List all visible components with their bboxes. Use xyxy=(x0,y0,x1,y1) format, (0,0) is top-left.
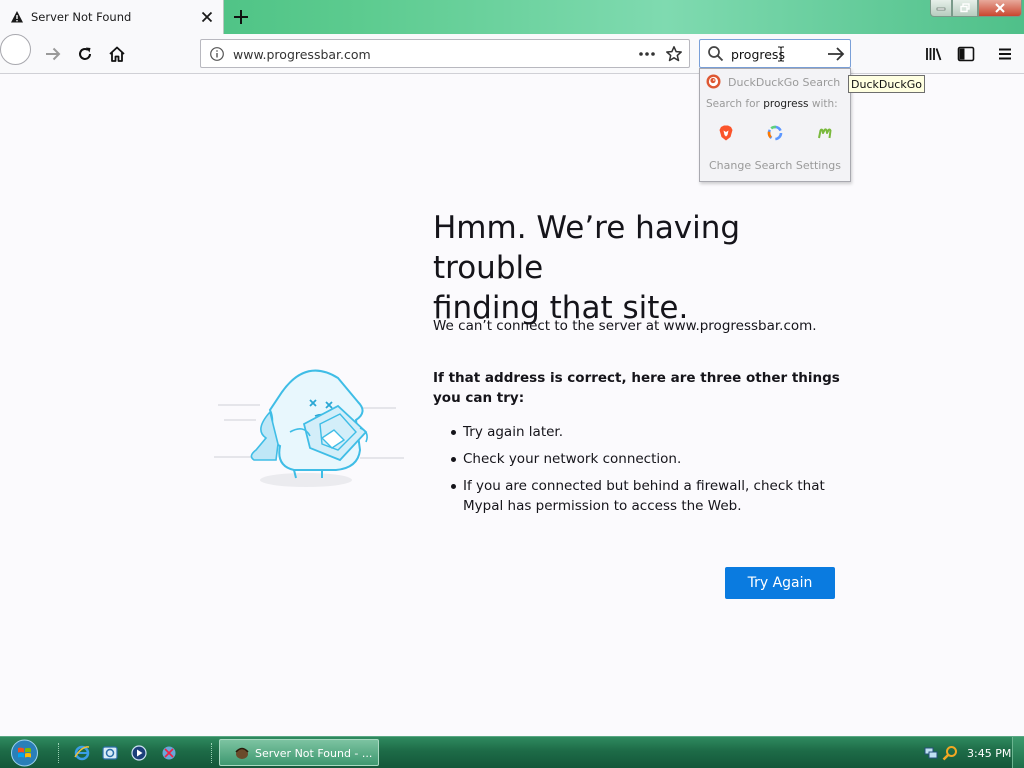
close-window-button[interactable] xyxy=(978,0,1022,17)
close-window-icon xyxy=(995,3,1005,13)
search-go-arrow-icon[interactable] xyxy=(826,45,846,63)
network-tray-icon[interactable] xyxy=(924,746,938,760)
url-text[interactable]: www.progressbar.com xyxy=(233,47,371,62)
hamburger-menu-icon xyxy=(999,48,1011,60)
engine-row-duckduckgo[interactable]: DuckDuckGo Search xyxy=(700,70,850,92)
restore-button[interactable] xyxy=(952,0,978,17)
error-title: Hmm. We’re having trouble finding that s… xyxy=(433,210,741,326)
forward-arrow-icon xyxy=(46,47,61,61)
minimize-icon xyxy=(936,7,946,11)
search-tray-icon[interactable] xyxy=(942,745,958,761)
minimize-button[interactable] xyxy=(930,0,952,17)
back-button[interactable] xyxy=(0,34,519,65)
sidebar-icon xyxy=(957,46,975,62)
internet-explorer-icon[interactable] xyxy=(73,744,91,762)
taskbar-item-browser[interactable]: Server Not Found - ... xyxy=(219,739,379,766)
taskbar-item-label: Server Not Found - ... xyxy=(255,747,373,760)
home-icon xyxy=(109,46,125,62)
engine-name: DuckDuckGo Search xyxy=(728,76,841,89)
library-button[interactable] xyxy=(919,39,949,69)
address-bar[interactable]: www.progressbar.com xyxy=(200,39,690,68)
suggestions-list: Try again later. Check your network conn… xyxy=(433,422,833,523)
menu-button[interactable] xyxy=(990,39,1020,69)
search-icon[interactable] xyxy=(707,45,724,62)
brave-search-icon[interactable] xyxy=(717,124,735,142)
tab-server-not-found[interactable]: Server Not Found xyxy=(0,0,224,34)
taskbar-grip[interactable] xyxy=(211,743,215,763)
toolbar-grip[interactable] xyxy=(58,743,62,763)
browser-quicklaunch-icon[interactable] xyxy=(101,744,119,762)
qwant-search-icon[interactable] xyxy=(766,124,784,142)
suggestion-item: If you are connected but behind a firewa… xyxy=(433,476,833,516)
show-desktop-button[interactable] xyxy=(1012,737,1024,768)
media-player-icon[interactable] xyxy=(130,744,148,762)
error-illustration xyxy=(214,369,404,487)
bookmark-star-icon[interactable] xyxy=(665,45,683,63)
search-for-label: Search for progress with: xyxy=(706,98,838,110)
library-icon xyxy=(926,48,942,61)
search-suggestions-popup: DuckDuckGo Search Search for progress wi… xyxy=(699,68,851,182)
system-clock[interactable]: 3:45 PM xyxy=(967,747,1011,760)
change-search-settings-link[interactable]: Change Search Settings xyxy=(700,159,850,172)
restore-icon xyxy=(960,3,970,13)
warning-icon xyxy=(11,11,23,23)
network-app-icon[interactable] xyxy=(160,744,178,762)
reload-icon xyxy=(79,47,91,60)
mojeek-search-icon[interactable] xyxy=(816,124,834,142)
new-tab-icon[interactable] xyxy=(231,7,251,27)
try-again-button[interactable]: Try Again xyxy=(725,567,835,599)
home-button[interactable] xyxy=(102,39,132,69)
search-bar[interactable]: progress xyxy=(699,39,851,68)
search-term: progress xyxy=(763,98,809,110)
suggestion-item: Try again later. xyxy=(433,422,833,442)
taskbar: Server Not Found - ... 3:45 PM xyxy=(0,736,1024,768)
close-tab-icon[interactable] xyxy=(199,9,215,25)
reload-button[interactable] xyxy=(70,39,100,69)
duckduckgo-icon xyxy=(706,74,721,89)
page-actions-icon[interactable] xyxy=(637,46,657,62)
start-button-icon[interactable] xyxy=(9,739,40,767)
navigation-toolbar: www.progressbar.com progress xyxy=(0,34,1024,74)
engine-tooltip: DuckDuckGo xyxy=(848,75,925,93)
tab-title: Server Not Found xyxy=(31,10,132,24)
tab-strip: Server Not Found xyxy=(0,0,1024,34)
suggestions-heading: If that address is correct, here are thr… xyxy=(433,370,840,406)
forward-button[interactable] xyxy=(38,39,68,69)
text-cursor-icon xyxy=(778,46,784,62)
site-info-icon[interactable] xyxy=(209,46,225,62)
suggestion-item: Check your network connection. xyxy=(433,449,833,469)
error-description: We can’t connect to the server at www.pr… xyxy=(433,318,817,334)
sidebar-button[interactable] xyxy=(951,39,981,69)
browser-task-icon xyxy=(235,747,249,759)
